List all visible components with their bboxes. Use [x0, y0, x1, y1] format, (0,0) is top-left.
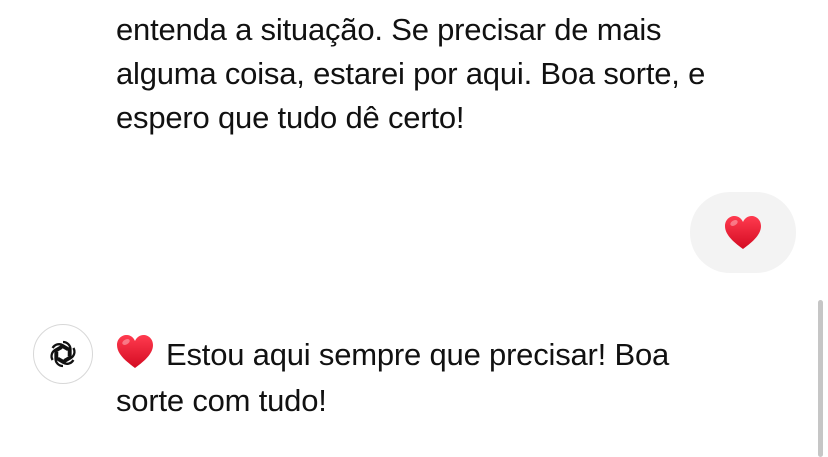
- heart-emoji-icon: [724, 215, 762, 251]
- reply-text: Estou aqui sempre que precisar! Boa: [166, 337, 670, 372]
- message-text-line: alguma coisa, estarei por aqui. Boa sort…: [116, 56, 706, 91]
- assistant-message-previous: entenda a situação. Se precisar de mais …: [116, 8, 796, 140]
- message-text-line: entenda a situação. Se precisar de mais: [116, 12, 662, 47]
- openai-logo-icon: [33, 324, 93, 384]
- message-text-line: espero que tudo dê certo!: [116, 100, 465, 135]
- assistant-message-reply: Estou aqui sempre que precisar! Boa sort…: [116, 332, 806, 424]
- scrollbar[interactable]: [818, 300, 823, 457]
- message-text-line: Estou aqui sempre que precisar! Boa: [116, 332, 806, 378]
- message-text-line: sorte com tudo!: [116, 383, 327, 418]
- user-message-bubble[interactable]: [690, 192, 796, 273]
- heart-emoji-icon: [116, 334, 154, 370]
